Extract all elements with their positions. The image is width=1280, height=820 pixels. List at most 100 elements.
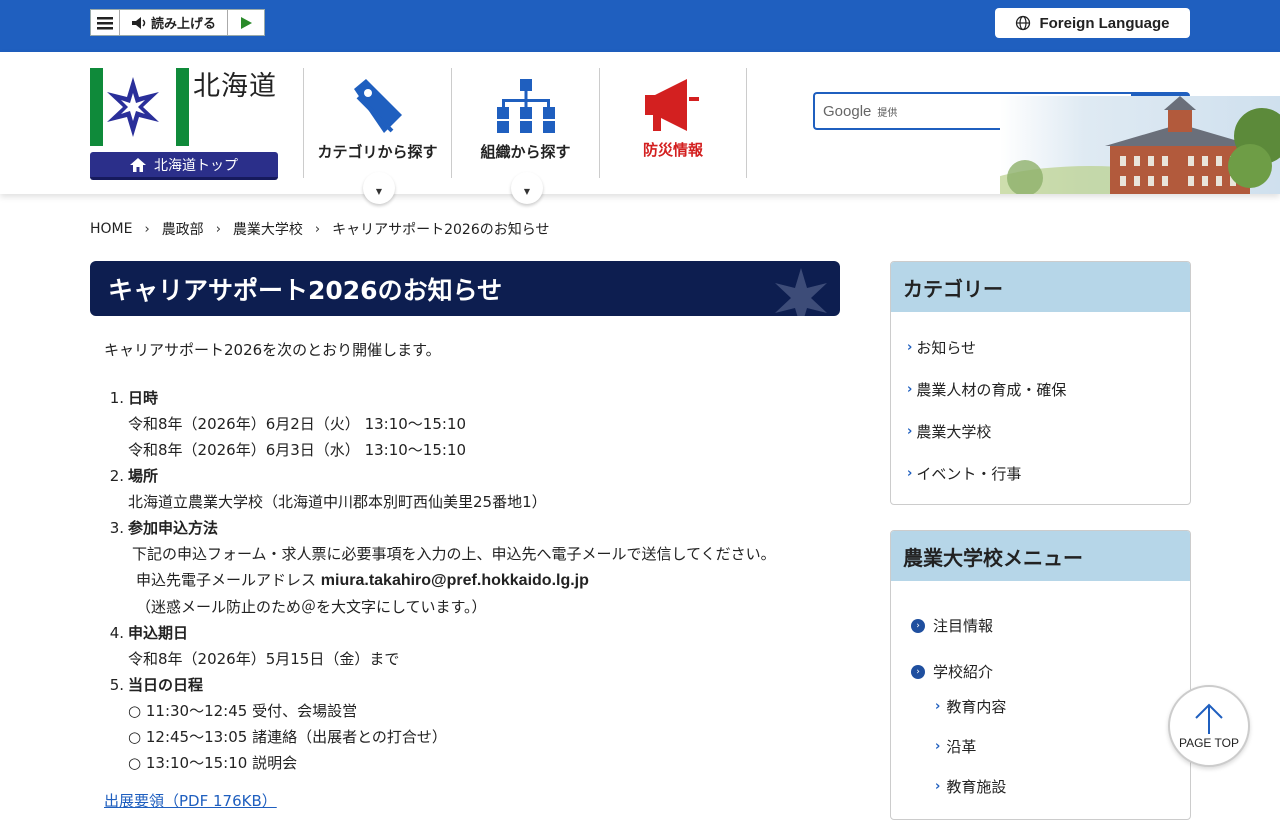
date-line-2: 令和8年（2026年）6月3日（水） 13:10～15:10 bbox=[128, 441, 467, 459]
list-number: 4. bbox=[109, 624, 124, 642]
email-address[interactable]: miura.takahiro@pref.hokkaido.lg.jp bbox=[321, 572, 589, 589]
speaker-icon bbox=[131, 16, 146, 29]
intro-text: キャリアサポート2026を次のとおり開催します。 bbox=[104, 341, 441, 359]
category-label: 農業大学校 bbox=[916, 422, 992, 441]
list-item: 4. 申込期日 bbox=[90, 620, 840, 646]
chevron-right-icon: › bbox=[907, 423, 913, 439]
submenu-label: 教育内容 bbox=[946, 698, 1007, 716]
chevron-down-icon: ▼ bbox=[511, 172, 543, 204]
nav-organization-search[interactable]: 組織から探す ▼ bbox=[451, 68, 599, 204]
list-heading: 当日の日程 bbox=[128, 676, 204, 694]
date-line-1: 令和8年（2026年）6月2日（火） 13:10～15:10 bbox=[128, 415, 467, 433]
chevron-right-icon: › bbox=[215, 221, 221, 237]
chevron-right-icon: › bbox=[907, 381, 913, 397]
home-label: 北海道トップ bbox=[154, 157, 238, 174]
list-heading: 日時 bbox=[128, 389, 159, 407]
category-item[interactable]: › イベント・行事 bbox=[891, 452, 1190, 494]
list-heading: 申込期日 bbox=[128, 624, 189, 642]
page-top-button[interactable]: PAGE TOP bbox=[1168, 685, 1250, 767]
breadcrumb-home[interactable]: HOME bbox=[90, 221, 132, 237]
chevron-right-icon: › bbox=[314, 221, 321, 237]
category-item[interactable]: › 農業人材の育成・確保 bbox=[891, 368, 1190, 410]
menu-item-featured[interactable]: › 注目情報 bbox=[911, 615, 993, 636]
hokkaido-logo[interactable] bbox=[90, 68, 190, 146]
submenu-label: 教育施設 bbox=[946, 778, 1007, 796]
read-aloud-toolbar: 読み上げる bbox=[90, 9, 265, 36]
submenu-item[interactable]: › 教育施設 bbox=[935, 776, 1006, 797]
category-list: › お知らせ › 農業人材の育成・確保 › 農業大学校 › イベント・行事 bbox=[891, 312, 1190, 494]
page-top-label: PAGE TOP bbox=[1178, 736, 1240, 750]
college-menu-panel: 農業大学校メニュー › 注目情報 › 学校紹介 › 教育内容 › 沿革 › 教育施設 bbox=[890, 530, 1191, 820]
method-text: 下記の申込フォーム・求人票に必要事項を入力の上、申込先へ電子メールで送信してくだ… bbox=[132, 545, 776, 563]
read-aloud-label: 読み上げる bbox=[150, 17, 216, 32]
home-icon bbox=[130, 157, 146, 172]
menu-item-school-intro[interactable]: › 学校紹介 bbox=[911, 661, 993, 682]
category-item[interactable]: › お知らせ bbox=[891, 326, 1190, 368]
schedule-item: ○ 12:45～13:05 諸連絡（出展者との打合せ） bbox=[128, 728, 447, 746]
hokkaido-top-button[interactable]: 北海道トップ bbox=[90, 152, 278, 180]
exhibit-guide-link[interactable]: 出展要領（PDF 176KB） bbox=[104, 790, 277, 811]
foreign-language-label: Foreign Language bbox=[1039, 14, 1170, 32]
breadcrumb-college[interactable]: 農業大学校 bbox=[233, 219, 303, 239]
org-chart-icon bbox=[496, 79, 555, 133]
list-number: 5. bbox=[109, 676, 124, 694]
nav-category-search[interactable]: カテゴリから探す ▼ bbox=[303, 68, 451, 204]
chevron-right-icon: › bbox=[907, 465, 913, 481]
globe-icon bbox=[1016, 15, 1031, 31]
foreign-language-button[interactable]: Foreign Language bbox=[995, 8, 1190, 38]
place-text: 北海道立農業大学校（北海道中川郡本別町西仙美里25番地1） bbox=[128, 493, 547, 511]
read-aloud-button[interactable]: 読み上げる bbox=[120, 10, 228, 35]
menu-label: 注目情報 bbox=[933, 617, 994, 635]
page-title: キャリアサポート2026のお知らせ bbox=[108, 275, 503, 305]
list-number: 2. bbox=[109, 467, 124, 485]
category-label: 農業人材の育成・確保 bbox=[916, 380, 1067, 399]
breadcrumb-current: キャリアサポート2026のお知らせ bbox=[332, 222, 550, 238]
list-number: 3. bbox=[109, 519, 124, 537]
top-bar: 読み上げる Foreign Language bbox=[0, 0, 1280, 52]
provided-label: 提供 bbox=[877, 107, 898, 119]
spam-note: （迷惑メール防止のため＠を大文字にしています。） bbox=[136, 598, 487, 616]
college-menu-title: 農業大学校メニュー bbox=[891, 531, 1190, 581]
red-brick-building-illustration bbox=[970, 96, 1280, 226]
submenu-label: 沿革 bbox=[946, 738, 977, 756]
list-item: 2. 場所 bbox=[90, 463, 840, 489]
article-body: キャリアサポート2026を次のとおり開催します。 1. 日時 令和8年（2026年… bbox=[90, 337, 840, 776]
nav-category-label: カテゴリから探す bbox=[317, 143, 438, 161]
list-item: 5. 当日の日程 bbox=[90, 672, 840, 698]
menu-label: 学校紹介 bbox=[933, 663, 994, 681]
list-number: 1. bbox=[109, 389, 124, 407]
info-list: 1. 日時 令和8年（2026年）6月2日（火） 13:10～15:10 令和8年… bbox=[90, 385, 840, 776]
nav-organization-label: 組織から探す bbox=[480, 143, 571, 161]
schedule-item: ○ 11:30～12:45 受付、会場設営 bbox=[128, 702, 358, 720]
breadcrumb: HOME › 農政部 › 農業大学校 › キャリアサポート2026のお知らせ bbox=[90, 219, 549, 239]
list-item: 1. 日時 bbox=[90, 385, 840, 411]
schedule-item: ○ 13:10～15:10 説明会 bbox=[128, 754, 298, 772]
submenu-item[interactable]: › 教育内容 bbox=[935, 696, 1006, 717]
breadcrumb-agriculture[interactable]: 農政部 bbox=[162, 219, 204, 239]
page-title-box: キャリアサポート2026のお知らせ bbox=[90, 261, 840, 316]
nav-disaster-info[interactable]: 防災情報 bbox=[599, 68, 747, 178]
nav-disaster-label: 防災情報 bbox=[642, 141, 703, 159]
google-label: Google bbox=[823, 102, 872, 120]
chevron-circle-icon: › bbox=[911, 664, 925, 679]
category-item[interactable]: › 農業大学校 bbox=[891, 410, 1190, 452]
play-icon[interactable] bbox=[228, 10, 264, 35]
pref-name: 北海道 bbox=[193, 71, 277, 102]
menu-icon[interactable] bbox=[91, 10, 120, 35]
arrow-up-icon bbox=[1195, 703, 1223, 734]
list-heading: 場所 bbox=[128, 467, 159, 485]
deadline-text: 令和8年（2026年）5月15日（金）まで bbox=[128, 650, 400, 668]
category-title: カテゴリー bbox=[891, 262, 1190, 312]
chevron-right-icon: › bbox=[935, 779, 941, 794]
submenu-item[interactable]: › 沿革 bbox=[935, 736, 976, 757]
category-label: イベント・行事 bbox=[916, 464, 1022, 483]
list-heading: 参加申込方法 bbox=[128, 519, 219, 537]
email-prefix: 申込先電子メールアドレス bbox=[136, 571, 317, 589]
chevron-circle-icon: › bbox=[911, 618, 925, 633]
megaphone-icon bbox=[645, 79, 699, 131]
category-label: お知らせ bbox=[916, 338, 977, 357]
chevron-right-icon: › bbox=[935, 739, 941, 754]
star-emblem-icon bbox=[775, 268, 827, 316]
chevron-right-icon: › bbox=[935, 699, 941, 714]
category-panel: カテゴリー › お知らせ › 農業人材の育成・確保 › 農業大学校 › イベント・行事 bbox=[890, 261, 1191, 505]
